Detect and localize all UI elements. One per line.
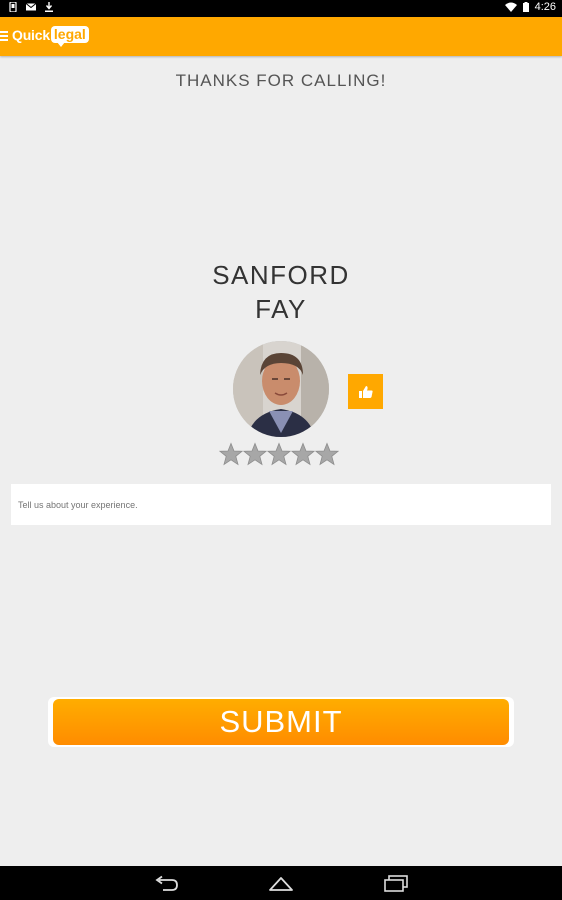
status-bar: 4:26	[0, 0, 562, 17]
lawyer-last-name: FAY	[255, 294, 307, 324]
lawyer-avatar	[233, 341, 329, 437]
recents-icon[interactable]	[383, 875, 409, 892]
star-icon[interactable]	[243, 441, 267, 467]
star-icon[interactable]	[315, 441, 339, 467]
back-icon[interactable]	[153, 875, 179, 892]
star-icon[interactable]	[267, 441, 291, 467]
app-bar: Quick legal	[0, 17, 562, 56]
logo-text-quick: Quick	[12, 26, 50, 43]
battery-icon	[522, 2, 529, 12]
screenshot-icon	[9, 2, 17, 12]
lawyer-first-name: SANFORD	[212, 260, 350, 290]
logo-text-legal: legal	[50, 26, 89, 47]
rating-stars[interactable]	[219, 441, 339, 467]
wifi-icon	[504, 2, 517, 12]
submit-button-frame: SUBMIT	[48, 697, 514, 747]
download-icon	[45, 2, 53, 12]
lawyer-name: SANFORD FAY	[0, 258, 562, 326]
nav-bar	[0, 866, 562, 900]
hamburger-icon[interactable]	[0, 31, 8, 41]
thumbs-up-icon	[358, 385, 373, 398]
home-icon[interactable]	[268, 875, 294, 892]
app-logo[interactable]: Quick legal	[12, 26, 89, 47]
star-icon[interactable]	[219, 441, 243, 467]
gmail-icon	[26, 3, 36, 11]
submit-button[interactable]: SUBMIT	[53, 699, 509, 745]
thumbs-up-button[interactable]	[348, 374, 383, 409]
feedback-input[interactable]	[11, 484, 551, 525]
star-icon[interactable]	[291, 441, 315, 467]
page-heading: THANKS FOR CALLING!	[175, 71, 387, 90]
status-time: 4:26	[534, 1, 556, 13]
